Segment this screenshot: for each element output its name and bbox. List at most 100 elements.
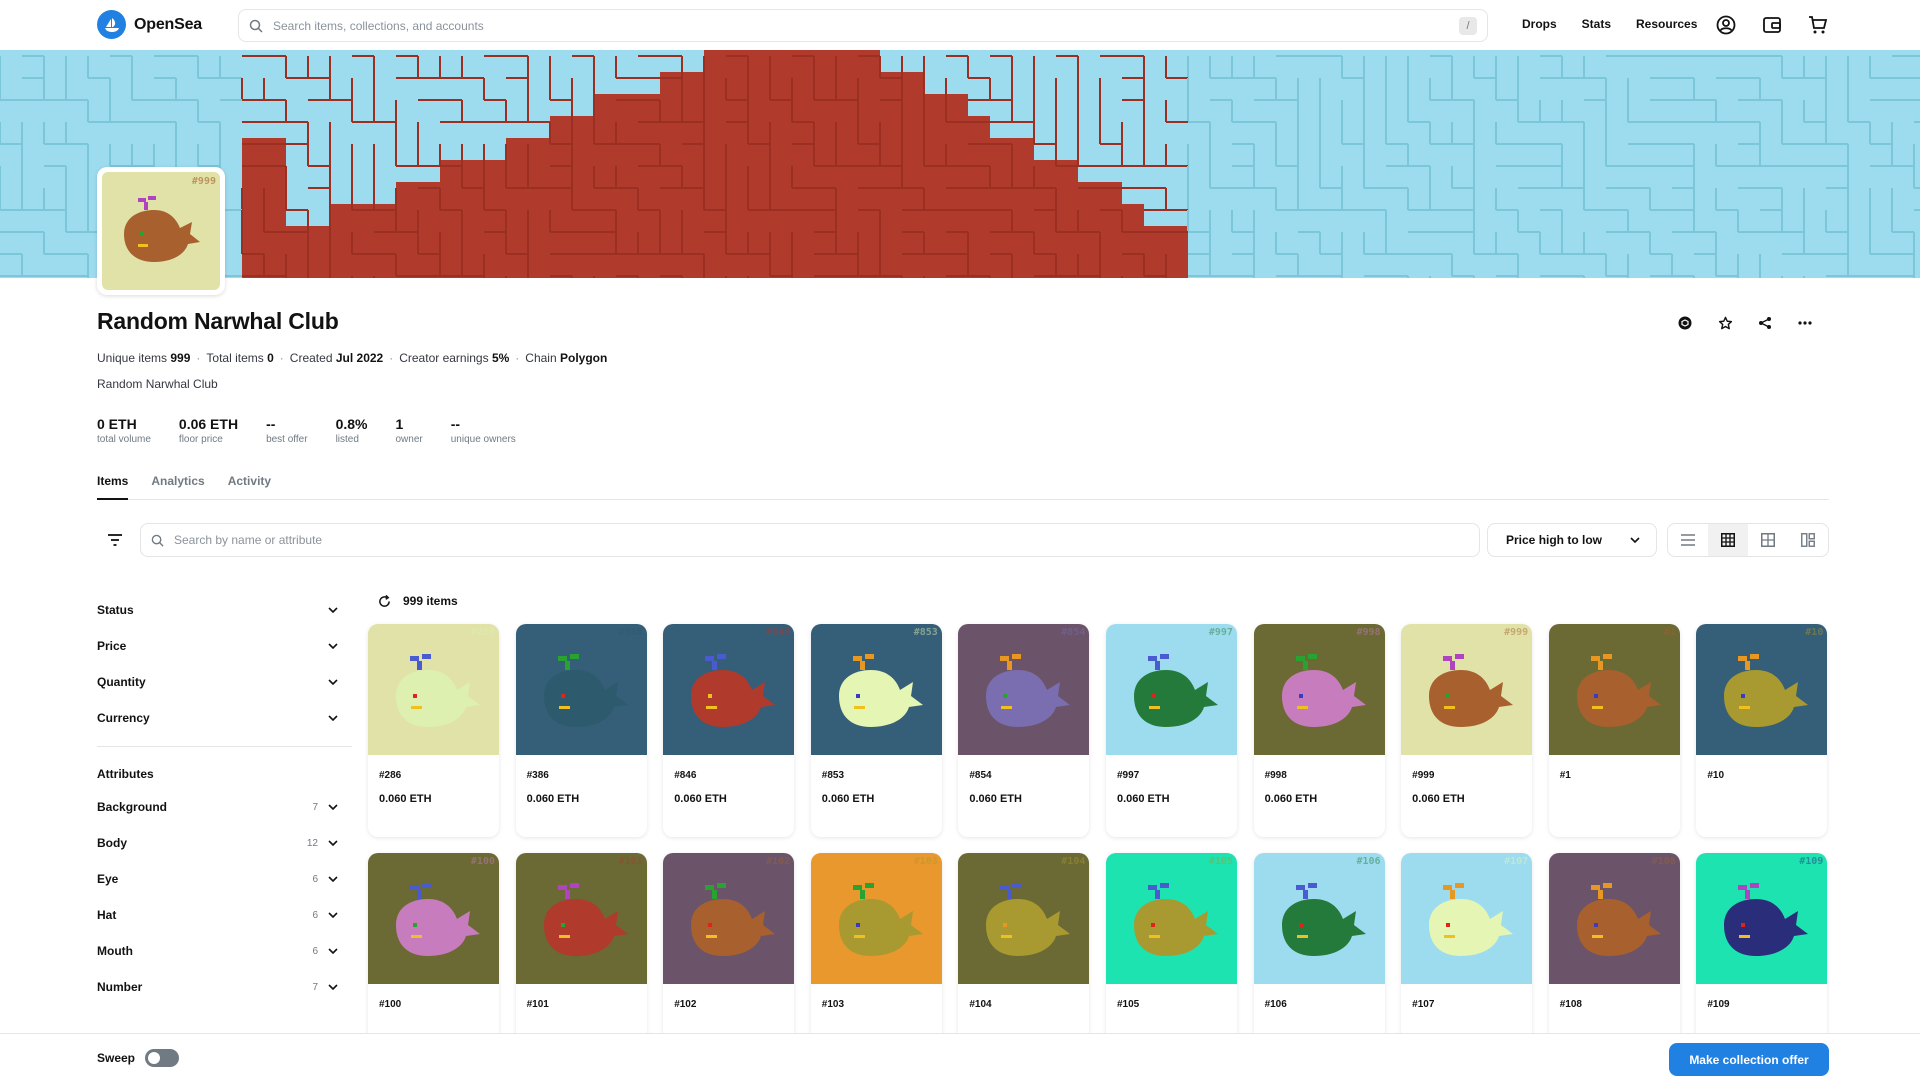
large-grid-view-icon[interactable] [1748, 524, 1788, 556]
item-image: #846 [663, 624, 795, 755]
item-badge: #106 [1356, 856, 1381, 867]
item-price: 0.060 ETH [674, 793, 727, 805]
meta-creator-earnings: Creator earnings 5% [399, 351, 510, 365]
item-card[interactable]: #853 #853 0.060 ETH [810, 624, 942, 837]
collection-avatar: #999 [97, 167, 225, 295]
item-name: #106 [1264, 999, 1287, 1010]
items-grid: #286 #286 0.060 ETH #386 #386 0.060 ETH #846 #8… [368, 624, 1830, 1066]
item-badge: #10 [1805, 627, 1824, 638]
tab-analytics[interactable]: Analytics [151, 474, 204, 500]
item-badge: #105 [1208, 856, 1233, 867]
item-card[interactable]: #1 #1 [1548, 624, 1680, 837]
sweep-toggle[interactable] [145, 1049, 180, 1067]
filter-icon [108, 534, 122, 546]
item-badge: #386 [618, 627, 643, 638]
item-badge: #854 [1061, 627, 1086, 638]
nav-link-stats[interactable]: Stats [1582, 17, 1611, 31]
attribute-number[interactable]: Number 7 [97, 969, 352, 1005]
item-name: #105 [1116, 999, 1140, 1010]
item-image: #109 [1696, 853, 1828, 984]
attribute-mouth[interactable]: Mouth 6 [97, 933, 352, 969]
item-image: #286 [368, 624, 499, 755]
filter-currency[interactable]: Currency [97, 700, 352, 736]
wallet-icon[interactable] [1760, 13, 1784, 37]
item-name: #999 [1412, 770, 1435, 781]
results-header: 999 items [378, 594, 458, 608]
opensea-logo[interactable]: OpenSea [97, 10, 202, 39]
attribute-background[interactable]: Background 7 [97, 789, 352, 825]
item-name: #846 [674, 770, 697, 781]
item-image: #1 [1548, 624, 1680, 755]
stat-best-offer: -- best offer [266, 416, 308, 445]
refresh-icon[interactable] [378, 594, 391, 608]
item-card[interactable]: #386 #386 0.060 ETH [515, 624, 647, 837]
item-name: #386 [526, 770, 549, 781]
global-search-input[interactable] [273, 18, 1449, 33]
collection-banner [0, 50, 1920, 278]
item-card[interactable]: #286 #286 0.060 ETH [368, 624, 499, 837]
filter-quantity[interactable]: Quantity [97, 664, 352, 700]
item-card[interactable]: #997 #997 0.060 ETH [1105, 624, 1237, 837]
grid-view-icon[interactable] [1708, 524, 1748, 556]
item-image: #107 [1401, 853, 1533, 984]
account-icon[interactable] [1714, 13, 1738, 37]
chevron-down-icon [328, 984, 338, 990]
polygon-icon[interactable] [1674, 312, 1696, 334]
item-badge: #104 [1061, 856, 1086, 867]
item-card[interactable]: #10 #10 [1696, 624, 1828, 837]
sort-dropdown[interactable]: Price high to low [1487, 523, 1657, 557]
item-image: #997 [1105, 624, 1237, 755]
sidebar-divider [97, 746, 352, 747]
nav-link-resources[interactable]: Resources [1636, 17, 1697, 31]
items-search-bar[interactable] [140, 523, 1480, 557]
meta-chain: Chain Polygon [525, 351, 608, 365]
item-card[interactable]: #854 #854 0.060 ETH [958, 624, 1090, 837]
tab-activity[interactable]: Activity [228, 474, 271, 500]
search-icon [151, 534, 164, 547]
items-search-input[interactable] [174, 533, 1469, 547]
share-icon[interactable] [1754, 312, 1776, 334]
item-name: #1 [1559, 770, 1571, 781]
item-name: #998 [1264, 770, 1287, 781]
item-card[interactable]: #998 #998 0.060 ETH [1253, 624, 1385, 837]
list-view-icon[interactable] [1668, 524, 1708, 556]
item-card[interactable]: #846 #846 0.060 ETH [663, 624, 795, 837]
item-price: 0.060 ETH [821, 793, 875, 805]
meta-total-items: Total items 0 [206, 351, 274, 365]
star-icon[interactable] [1714, 312, 1736, 334]
results-count: 999 items [403, 594, 458, 608]
filter-price[interactable]: Price [97, 628, 352, 664]
collection-stats: 0 ETH total volume 0.06 ETH floor price --… [97, 416, 544, 445]
item-name: #854 [969, 770, 992, 781]
item-image: #386 [515, 624, 647, 755]
compact-grid-view-icon[interactable] [1788, 524, 1828, 556]
item-card[interactable]: #999 #999 0.060 ETH [1401, 624, 1533, 837]
meta-unique-items: Unique items 999 [97, 351, 191, 365]
global-search-bar[interactable]: / [238, 9, 1488, 42]
item-name: #109 [1707, 999, 1730, 1010]
stat-unique-owners: -- unique owners [450, 416, 516, 445]
item-name: #108 [1559, 999, 1582, 1010]
item-name: #103 [821, 999, 845, 1010]
item-badge: #108 [1651, 856, 1676, 867]
cart-icon[interactable] [1806, 13, 1830, 37]
item-name: #997 [1116, 770, 1140, 781]
collection-avatar-image: #999 [102, 172, 220, 290]
attribute-body[interactable]: Body 12 [97, 825, 352, 861]
attribute-eye[interactable]: Eye 6 [97, 861, 352, 897]
item-badge: #853 [913, 627, 938, 638]
filter-toggle-button[interactable] [101, 524, 129, 556]
collection-tabs: Items Analytics Activity [97, 474, 1829, 500]
filter-status[interactable]: Status [97, 592, 352, 628]
more-icon[interactable] [1794, 312, 1816, 334]
svg-text:#999: #999 [192, 176, 216, 187]
nav-link-drops[interactable]: Drops [1522, 17, 1557, 31]
tab-items[interactable]: Items [97, 474, 129, 500]
make-collection-offer-button[interactable]: Make collection offer [1669, 1043, 1829, 1076]
item-price: 0.060 ETH [969, 793, 1022, 805]
item-image: #102 [663, 853, 795, 984]
attribute-hat[interactable]: Hat 6 [97, 897, 352, 933]
chevron-down-icon [1630, 537, 1640, 543]
search-icon [249, 19, 263, 33]
nav-links: Drops Stats Resources [1522, 17, 1697, 31]
